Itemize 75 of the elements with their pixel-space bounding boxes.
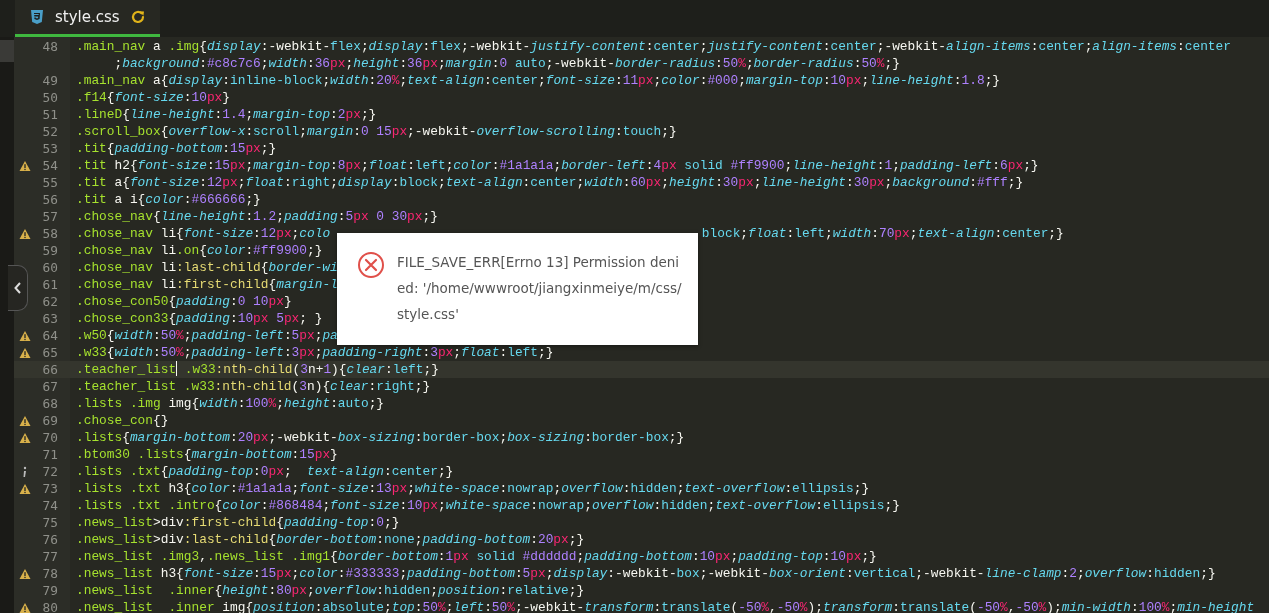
code-line: .lists .txt{padding-top:0px; text-align:center;} (76, 464, 454, 479)
code-line: .tit h2{font-size:15px;margin-top:8px;float:left;color:#1a1a1a;border-left:4px solid #ff9900;line-height:1;padding-left:6px;} (76, 158, 1039, 173)
line-number: 57 (42, 208, 58, 225)
code-line: .w33{width:50%;padding-left:3px;padding-right:3px;float:left;} (76, 345, 554, 360)
line-number: 54 (42, 157, 58, 174)
error-icon (357, 251, 385, 279)
line-number: 72 (42, 463, 58, 480)
code-line: .news_list h3{font-size:15px;color:#333333;padding-bottom:5px;display:-webkit-box;-webkit-box-orient:vertical;-webkit-line-clamp:2;overflow:hidden;} (76, 566, 1216, 581)
chevron-left-icon (13, 282, 22, 294)
code-line: block;float:left;width:70px;text-align:center;} (701, 225, 1064, 242)
code-line: .scroll_box{overflow-x:scroll;margin:0 15px;-webkit-overflow-scrolling:touch;} (76, 124, 677, 139)
code-line: .lists{margin-bottom:20px;-webkit-box-sizing:border-box;box-sizing:border-box;} (76, 430, 685, 445)
line-number: 59 (42, 242, 58, 259)
code-line: .w50{width:50%;padding-left:5px;pa (76, 328, 338, 343)
line-number: 69 (42, 412, 58, 429)
line-number: 48 (42, 38, 58, 55)
code-line: .tit a i{color:#666666;} (76, 192, 261, 207)
line-number: 56 (42, 191, 58, 208)
code-line: .tit a{font-size:12px;float:right;display:block;text-align:center;width:60px;height:30px;line-height:30px;background:#fff;} (76, 175, 1024, 190)
line-number: 64 (42, 327, 58, 344)
code-line: .news_list .inner{height:80px;overflow:hidden;position:relative;} (76, 583, 585, 598)
code-line: ;background:#c8c7c6;width:36px;height:36px;margin:0 auto;-webkit-border-radius:50%;border-radius:50%;} (114, 56, 900, 71)
code-line: .news_list>div:last-child{border-bottom:none;padding-bottom:20px;} (76, 532, 585, 547)
line-number: 74 (42, 497, 58, 514)
css-file-icon (29, 9, 45, 25)
line-number: 63 (42, 310, 58, 327)
code-line: .lineD{line-height:1.4;margin-top:2px;} (76, 107, 377, 122)
code-line: .main_nav a .img{display:-webkit-flex;display:flex;-webkit-justify-content:center;justify-content:center;-webkit-align-items:center;align-items:center (76, 39, 1231, 54)
code-line: .news_list>div:first-child{padding-top:0;} (76, 515, 400, 530)
line-number: 68 (42, 395, 58, 412)
line-number: 60 (42, 259, 58, 276)
line-number: 55 (42, 174, 58, 191)
code-line: .chose_nav li.on{color:#ff9900;} (76, 243, 323, 258)
line-number: 50 (42, 89, 58, 106)
line-number: 80 (42, 599, 58, 613)
line-number: 53 (42, 140, 58, 157)
line-number: 65 (42, 344, 58, 361)
error-message: FILE_SAVE_ERR[Errno 13] Permission denied: '/home/wwwroot/jiangxinmeiye/m/css/style.css' (397, 253, 683, 324)
line-number: 66 (42, 361, 58, 378)
reload-icon (129, 9, 146, 25)
line-number: 51 (42, 106, 58, 123)
code-line: .chose_nav{line-height:1.2;padding:5px 0 30px;} (76, 209, 438, 224)
collapse-button[interactable] (8, 265, 28, 311)
code-line: .news_list .img3,.news_list .img1{border-bottom:1px solid #dddddd;padding-bottom:10px;padding-top:10px;} (76, 549, 877, 564)
code-line: .main_nav a{display:inline-block;width:20%;text-align:center;font-size:11px;color:#000;margin-top:10px;line-height:1.8;} (76, 73, 1001, 88)
line-number: 71 (42, 446, 58, 463)
code-line: .teacher_list .w33:nth-child(3n){clear:right;} (76, 379, 431, 394)
line-number: 52 (42, 123, 58, 140)
line-number: 70 (42, 429, 58, 446)
code-line: .chose_con33{padding:10px 5px; } (76, 311, 323, 326)
line-number: 62 (42, 293, 58, 310)
code-line: .chose_nav li{font-size:12px;colo (76, 226, 331, 241)
line-number: 75 (42, 514, 58, 531)
code-line: .teacher_list .w33:nth-child(3n+1){clear:left;} (76, 362, 439, 377)
code-line: .lists .txt .intro{color:#868484;font-size:10px;white-space:nowrap;overflow:hidden;text-overflow:ellipsis;} (76, 498, 900, 513)
code-line: .f14{font-size:10px} (76, 90, 230, 105)
code-line: .chose_con{} (76, 413, 169, 428)
code-line: .chose_nav li:first-child{margin-l (76, 277, 338, 292)
code-line: .tit{padding-bottom:15px;} (76, 141, 277, 156)
line-number: 58 (42, 225, 58, 242)
line-number: 61 (42, 276, 58, 293)
file-tab[interactable]: style.css (15, 0, 160, 37)
code-line: .chose_con50{padding:0 10px} (76, 294, 292, 309)
line-number: 76 (42, 531, 58, 548)
code-line: .lists .img img{width:100%;height:auto;} (76, 396, 385, 411)
line-number: 49 (42, 72, 58, 89)
line-number: 67 (42, 378, 58, 395)
code-line: .news_list .inner img{position:absolute;top:50%;left:50%;-webkit-transform:translate(-50%,-50%);transform:translate(-50%,-50%);min-width:100%;min-height (76, 600, 1255, 613)
line-number: 73 (42, 480, 58, 497)
code-line: .chose_nav li:last-child{border-wi (76, 260, 338, 275)
code-line: .lists .txt h3{color:#1a1a1a;font-size:13px;white-space:nowrap;overflow:hidden;text-overflow:ellipsis;} (76, 481, 870, 496)
line-number: 79 (42, 582, 58, 599)
line-number: 77 (42, 548, 58, 565)
code-line: .btom30 .lists{margin-bottom:15px} (76, 447, 338, 462)
line-number: 78 (42, 565, 58, 582)
